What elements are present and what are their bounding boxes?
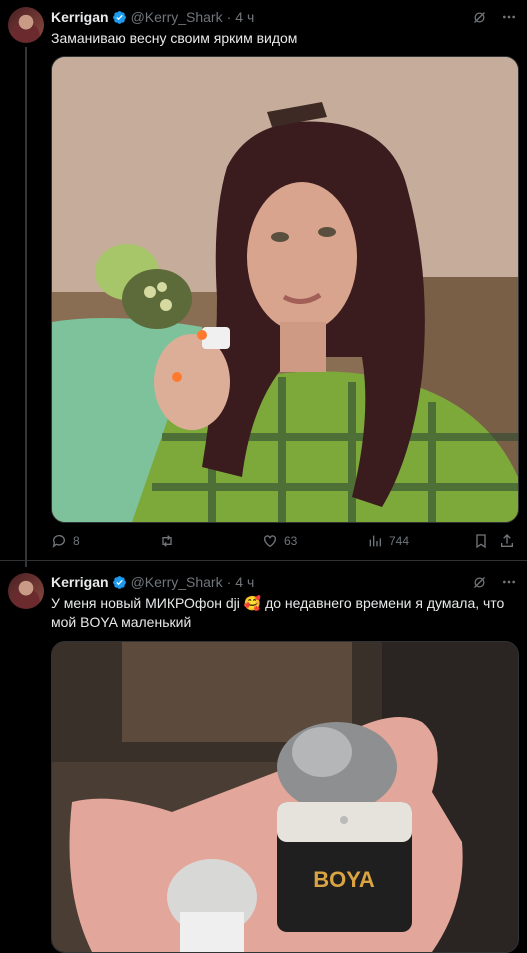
separator-dot: · bbox=[226, 574, 232, 590]
smiling-hearts-emoji: 🥰 bbox=[243, 595, 262, 611]
retweet-icon bbox=[162, 535, 172, 547]
reply-button[interactable]: 8 bbox=[51, 533, 80, 549]
tweet-header: Kerrigan @Kerry_Shark · 4 ч bbox=[51, 7, 254, 27]
author-avatar[interactable] bbox=[8, 573, 44, 609]
reply-count: 8 bbox=[73, 534, 80, 548]
author-name[interactable]: Kerrigan bbox=[51, 574, 109, 590]
microphone-photo: BOYA bbox=[52, 642, 518, 952]
grok-icon[interactable] bbox=[472, 575, 487, 593]
like-count: 63 bbox=[284, 534, 298, 548]
selfie-photo bbox=[52, 57, 518, 522]
more-icon[interactable] bbox=[501, 574, 517, 593]
header-icons bbox=[472, 574, 517, 593]
share-icon bbox=[501, 534, 513, 547]
retweet-button[interactable] bbox=[159, 533, 181, 549]
grok-icon[interactable] bbox=[472, 10, 487, 28]
separator-dot: · bbox=[226, 9, 232, 25]
thread-line bbox=[25, 47, 27, 567]
views-button[interactable]: 744 bbox=[367, 533, 409, 549]
share-button[interactable] bbox=[499, 533, 515, 549]
tweet-actions: 8 63 744 bbox=[51, 533, 517, 553]
bookmark-button[interactable] bbox=[473, 533, 489, 549]
tweet-photo[interactable]: BOYA bbox=[51, 641, 519, 953]
verified-badge-icon bbox=[112, 10, 126, 24]
author-handle[interactable]: @Kerry_Shark bbox=[131, 574, 223, 590]
tweet-text: Заманиваю весну своим ярким видом bbox=[51, 30, 298, 46]
tweet-photo[interactable] bbox=[51, 56, 519, 523]
author-name[interactable]: Kerrigan bbox=[51, 9, 109, 25]
boya-logo: BOYA bbox=[313, 867, 375, 892]
tweet-text: У меня новый МИКРОфон dji 🥰 до недавнего… bbox=[51, 594, 513, 632]
timestamp[interactable]: 4 ч bbox=[235, 9, 254, 25]
tweet-1[interactable]: Kerrigan @Kerry_Shark · 4 ч Заманиваю ве… bbox=[0, 0, 527, 567]
timestamp[interactable]: 4 ч bbox=[235, 574, 254, 590]
reply-icon bbox=[52, 535, 65, 548]
more-icon[interactable] bbox=[501, 9, 517, 28]
tweet-header: Kerrigan @Kerry_Shark · 4 ч bbox=[51, 572, 254, 592]
like-button[interactable]: 63 bbox=[262, 533, 297, 549]
bookmark-icon bbox=[476, 534, 486, 549]
heart-icon bbox=[264, 535, 276, 548]
views-count: 744 bbox=[389, 534, 410, 548]
tweet-2[interactable]: Kerrigan @Kerry_Shark · 4 ч У меня новый… bbox=[0, 560, 527, 953]
header-icons bbox=[472, 9, 517, 28]
verified-badge-icon bbox=[112, 575, 126, 589]
author-avatar[interactable] bbox=[8, 7, 44, 43]
tweet-text-part1: У меня новый МИКРОфон dji bbox=[51, 595, 244, 611]
author-handle[interactable]: @Kerry_Shark bbox=[131, 9, 223, 25]
views-icon bbox=[369, 535, 381, 547]
